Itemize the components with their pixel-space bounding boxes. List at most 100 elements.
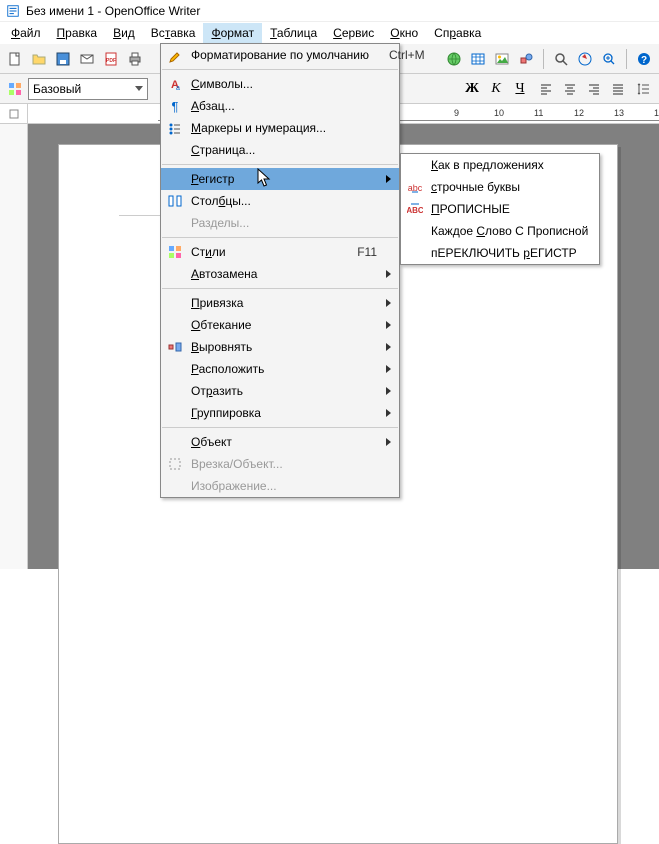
menu-item-расположить[interactable]: Расположить [161, 358, 399, 380]
submenu-item-label: Как в предложениях [431, 158, 544, 172]
menu-item-label: Отразить [191, 384, 243, 398]
menu-item-выровнять[interactable]: Выровнять [161, 336, 399, 358]
bold-button[interactable]: Ж [461, 78, 483, 100]
menu-item-label: Привязка [191, 296, 243, 310]
vertical-ruler[interactable] [0, 124, 28, 569]
submenu-arrow-icon [386, 299, 391, 307]
menu-item-label: Регистр [191, 172, 234, 186]
menu-item-label: Столбцы... [191, 194, 251, 208]
menu-item-отразить[interactable]: Отразить [161, 380, 399, 402]
shortcut-text: Ctrl+M [369, 48, 425, 62]
draw-icon[interactable] [515, 48, 537, 70]
menu-item-label: Абзац... [191, 99, 235, 113]
menu-item-объект[interactable]: Объект [161, 431, 399, 453]
menu-item-привязка[interactable]: Привязка [161, 292, 399, 314]
line-spacing-icon[interactable] [633, 78, 655, 100]
menu-item-изображение---: Изображение... [161, 475, 399, 497]
symbols-icon: Aa [167, 76, 183, 92]
paragraph-style-combo[interactable]: Базовый [28, 78, 148, 100]
menu-item-label: Врезка/Объект... [191, 457, 283, 471]
menu-item-символы---[interactable]: AaСимволы... [161, 73, 399, 95]
app-icon [6, 4, 20, 18]
format-default-icon [167, 47, 183, 63]
hyperlink-icon[interactable] [443, 48, 465, 70]
svg-text:PDF: PDF [106, 58, 116, 64]
submenu-arrow-icon [386, 321, 391, 329]
submenu-arrow-icon [386, 365, 391, 373]
menu-item-обтекание[interactable]: Обтекание [161, 314, 399, 336]
submenu-item-label: строчные буквы [431, 180, 520, 194]
menu-item-форматирование-по-умолчанию[interactable]: Форматирование по умолчаниюCtrl+M [161, 44, 399, 66]
new-doc-icon[interactable] [4, 48, 26, 70]
svg-text:?: ? [641, 55, 647, 66]
align-justify-icon[interactable] [607, 78, 629, 100]
submenu-item-строчные-буквы[interactable]: abcстрочные буквы [401, 176, 599, 198]
email-icon[interactable] [76, 48, 98, 70]
menu-item-label: Разделы... [191, 216, 249, 230]
menu-item-разделы---: Разделы... [161, 212, 399, 234]
menu-item-страница---[interactable]: Страница... [161, 139, 399, 161]
menu-вид[interactable]: Вид [105, 23, 143, 43]
table-icon[interactable] [467, 48, 489, 70]
menu-item-label: Группировка [191, 406, 261, 420]
submenu-item-переключить-регистр[interactable]: пЕРЕКЛЮЧИТЬ рЕГИСТР [401, 242, 599, 264]
frame-icon [167, 456, 183, 472]
menu-item-label: Выровнять [191, 340, 252, 354]
menu-файл[interactable]: Файл [3, 23, 49, 43]
align-right-icon[interactable] [583, 78, 605, 100]
menu-item-label: Обтекание [191, 318, 251, 332]
menu-item-абзац---[interactable]: ¶ Абзац... [161, 95, 399, 117]
help-icon[interactable]: ? [633, 48, 655, 70]
submenu-item-label: пЕРЕКЛЮЧИТЬ рЕГИСТР [431, 246, 577, 260]
menu-сервис[interactable]: Сервис [325, 23, 382, 43]
titlebar-text: Без имени 1 - OpenOffice Writer [26, 4, 200, 18]
submenu-item-как-в-предложениях[interactable]: Как в предложениях [401, 154, 599, 176]
print-icon[interactable] [124, 48, 146, 70]
menu-item-label: Автозамена [191, 267, 257, 281]
zoom-icon[interactable] [598, 48, 620, 70]
submenu-item-label: Каждое Слово С Прописной [431, 224, 588, 238]
submenu-item-каждое-слово-с-прописной[interactable]: Каждое Слово С Прописной [401, 220, 599, 242]
save-icon[interactable] [52, 48, 74, 70]
menu-item-label: Изображение... [191, 479, 277, 493]
menu-вставка[interactable]: Вставка [143, 23, 204, 43]
italic-button[interactable]: К [485, 78, 507, 100]
pdf-icon[interactable]: PDF [100, 48, 122, 70]
submenu-arrow-icon [386, 343, 391, 351]
menu-item-label: Форматирование по умолчанию [191, 48, 369, 62]
register-submenu: Как в предложениях abcстрочные буквыABCПР… [400, 153, 600, 265]
svg-text:a: a [176, 85, 180, 92]
svg-text:¶: ¶ [172, 99, 179, 114]
uppercase-icon: ABC [407, 201, 423, 217]
open-icon[interactable] [28, 48, 50, 70]
paragraph-icon: ¶ [167, 98, 183, 114]
menu-item-стили[interactable]: СтилиF11 [161, 241, 399, 263]
menu-item-регистр[interactable]: Регистр [161, 168, 399, 190]
menu-таблица[interactable]: Таблица [262, 23, 325, 43]
chevron-down-icon [135, 86, 143, 91]
svg-text:ABC: ABC [407, 206, 423, 215]
menu-окно[interactable]: Окно [382, 23, 426, 43]
find-icon[interactable] [550, 48, 572, 70]
menu-item-label: Страница... [191, 143, 255, 157]
menu-item-столбцы---[interactable]: Столбцы... [161, 190, 399, 212]
navigator-icon[interactable] [574, 48, 596, 70]
menu-item-автозамена[interactable]: Автозамена [161, 263, 399, 285]
menu-правка[interactable]: Правка [49, 23, 106, 43]
align-left-icon[interactable] [535, 78, 557, 100]
menu-item-группировка[interactable]: Группировка [161, 402, 399, 424]
submenu-item-прописные[interactable]: ABCПРОПИСНЫЕ [401, 198, 599, 220]
underline-button[interactable]: Ч [509, 78, 531, 100]
format-menu-dropdown: Форматирование по умолчаниюCtrl+M AaСимво… [160, 43, 400, 498]
styles-icon [167, 244, 183, 260]
ruler-corner [0, 104, 28, 123]
submenu-arrow-icon [386, 438, 391, 446]
styles-icon[interactable] [4, 78, 26, 100]
shortcut-text: F11 [337, 245, 377, 259]
gallery-icon[interactable] [491, 48, 513, 70]
menu-справка[interactable]: Справка [426, 23, 489, 43]
submenu-arrow-icon [386, 175, 391, 183]
menu-формат[interactable]: Формат [203, 23, 262, 43]
align-center-icon[interactable] [559, 78, 581, 100]
menu-item-маркеры-и-нумерация---[interactable]: Маркеры и нумерация... [161, 117, 399, 139]
